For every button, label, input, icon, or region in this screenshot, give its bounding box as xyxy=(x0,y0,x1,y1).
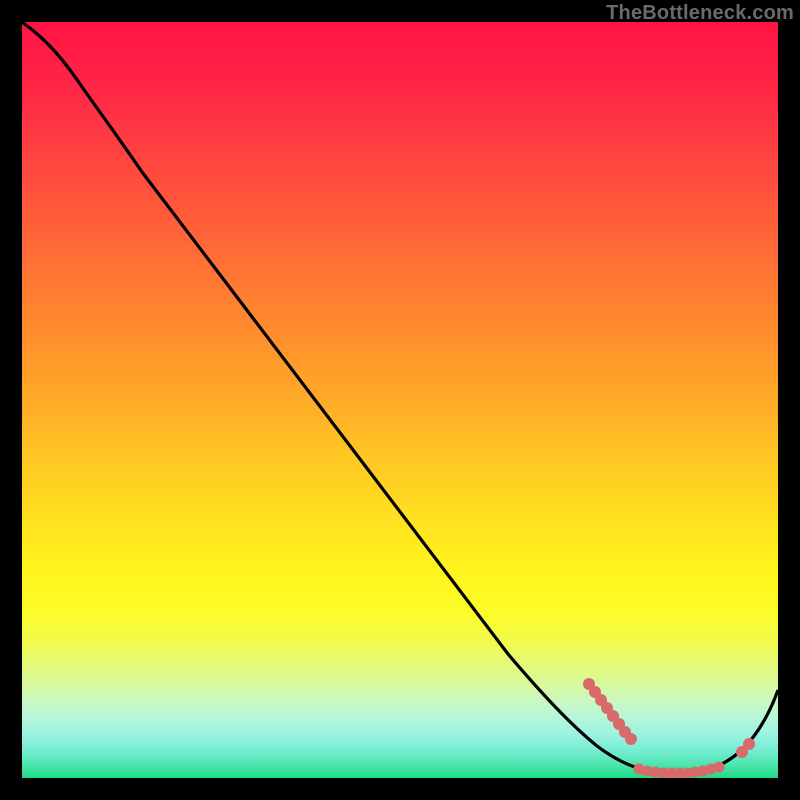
dots-cluster-left xyxy=(583,678,637,745)
chart-root: TheBottleneck.com xyxy=(0,0,800,800)
watermark-text: TheBottleneck.com xyxy=(606,2,794,25)
curve-svg xyxy=(22,22,778,778)
main-curve xyxy=(22,22,778,774)
dots-pair-right xyxy=(736,738,755,758)
plot-area xyxy=(22,22,778,778)
dots-row-bottom xyxy=(634,762,725,779)
